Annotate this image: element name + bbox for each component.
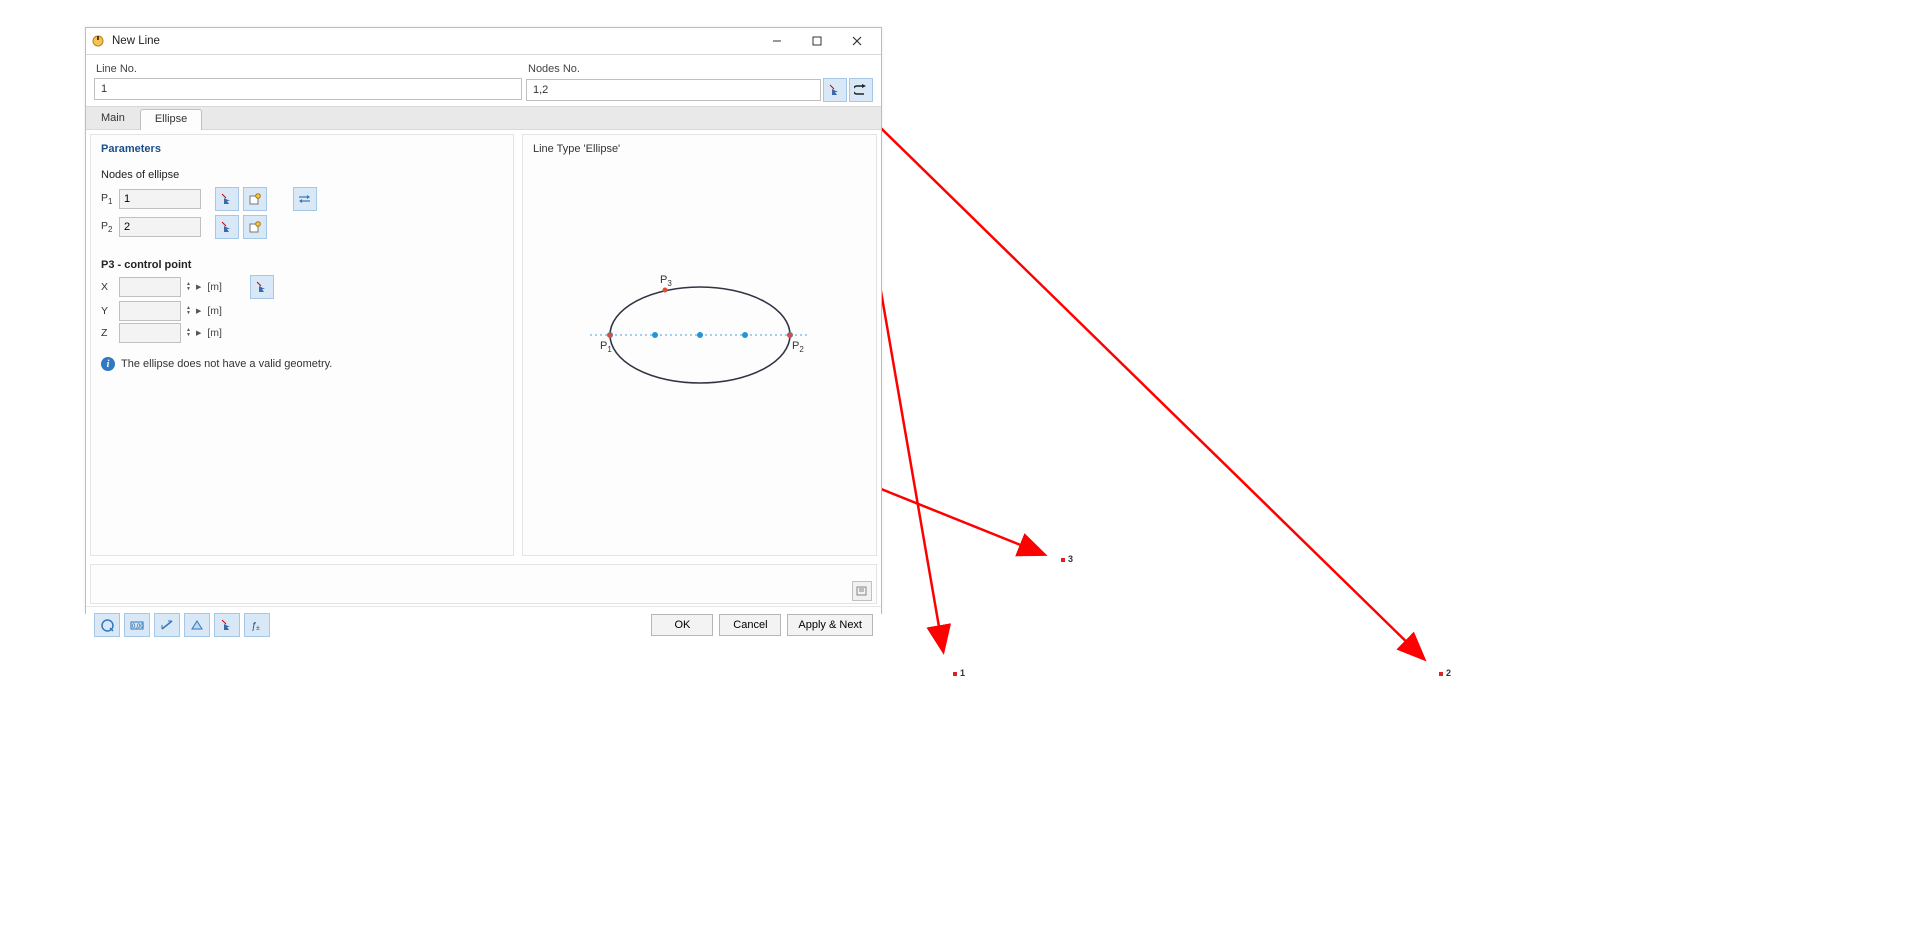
external-node-3: 3	[1068, 554, 1073, 564]
cancel-button[interactable]: Cancel	[719, 614, 781, 636]
tool-support-button[interactable]	[184, 613, 210, 637]
tool-function-button[interactable]: ƒ±	[244, 613, 270, 637]
p1-swap-button[interactable]	[293, 187, 317, 211]
comment-box[interactable]	[90, 564, 877, 604]
p2-pick-button[interactable]	[215, 215, 239, 239]
external-node-1: 1	[960, 668, 965, 678]
nodes-reverse-button[interactable]	[849, 78, 873, 102]
x-menu-arrow[interactable]: ▶	[196, 283, 201, 291]
nodes-no-input[interactable]	[526, 79, 821, 101]
window-title: New Line	[112, 35, 160, 47]
parameters-title: Parameters	[101, 143, 503, 155]
z-input[interactable]	[119, 323, 181, 343]
nodes-of-ellipse-label: Nodes of ellipse	[101, 169, 503, 181]
x-unit: [m]	[207, 281, 222, 293]
apply-next-button[interactable]: Apply & Next	[787, 614, 873, 636]
svg-text:±: ±	[256, 625, 260, 631]
line-no-label: Line No.	[96, 63, 520, 75]
svg-text:0,00: 0,00	[132, 624, 144, 630]
preview-panel: Line Type 'Ellipse' P1 P2 P3	[522, 134, 877, 556]
comment-library-button[interactable]	[852, 581, 872, 601]
x-input[interactable]	[119, 277, 181, 297]
svg-text:P3: P3	[660, 274, 672, 288]
tool-length-button[interactable]	[154, 613, 180, 637]
ok-button[interactable]: OK	[651, 614, 713, 636]
parameters-panel: Parameters Nodes of ellipse P1 P2	[90, 134, 514, 556]
tab-main[interactable]: Main	[86, 108, 140, 129]
x-spinner[interactable]: ▲▼	[185, 281, 192, 293]
preview-title: Line Type 'Ellipse'	[533, 143, 866, 155]
info-icon: i	[101, 357, 115, 371]
p2-label: P2	[101, 220, 115, 234]
line-no-input[interactable]	[94, 78, 522, 100]
y-input[interactable]	[119, 301, 181, 321]
titlebar: New Line	[86, 28, 881, 55]
y-spinner[interactable]: ▲▼	[185, 305, 192, 317]
dialog-footer: 0,00 ƒ± OK Cancel Apply & Next	[86, 606, 881, 643]
svg-text:P2: P2	[792, 340, 804, 354]
tool-delete-pick-button[interactable]	[214, 613, 240, 637]
z-unit: [m]	[207, 327, 222, 339]
p1-input[interactable]	[119, 189, 201, 209]
tabbar: Main Ellipse	[86, 106, 881, 130]
validation-message: The ellipse does not have a valid geomet…	[121, 358, 332, 370]
minimize-button[interactable]	[757, 28, 797, 54]
nodes-no-label: Nodes No.	[528, 63, 871, 75]
x-label: X	[101, 281, 115, 293]
p1-label: P1	[101, 192, 115, 206]
z-label: Z	[101, 327, 115, 339]
p1-pick-button[interactable]	[215, 187, 239, 211]
ellipse-preview: P1 P2 P3	[570, 265, 830, 405]
p3-section-label: P3 - control point	[101, 259, 503, 271]
close-button[interactable]	[837, 28, 877, 54]
nodes-pick-button[interactable]	[823, 78, 847, 102]
p2-input[interactable]	[119, 217, 201, 237]
maximize-button[interactable]	[797, 28, 837, 54]
z-menu-arrow[interactable]: ▶	[196, 329, 201, 337]
y-label: Y	[101, 305, 115, 317]
y-unit: [m]	[207, 305, 222, 317]
tool-help-button[interactable]	[94, 613, 120, 637]
tab-ellipse[interactable]: Ellipse	[140, 109, 202, 130]
z-spinner[interactable]: ▲▼	[185, 327, 192, 339]
app-icon	[90, 33, 106, 49]
p1-new-button[interactable]	[243, 187, 267, 211]
external-node-2: 2	[1446, 668, 1451, 678]
y-menu-arrow[interactable]: ▶	[196, 307, 201, 315]
p2-new-button[interactable]	[243, 215, 267, 239]
p3-pick-button[interactable]	[250, 275, 274, 299]
tool-units-button[interactable]: 0,00	[124, 613, 150, 637]
new-line-dialog: New Line Line No. Nodes No.	[85, 27, 882, 614]
